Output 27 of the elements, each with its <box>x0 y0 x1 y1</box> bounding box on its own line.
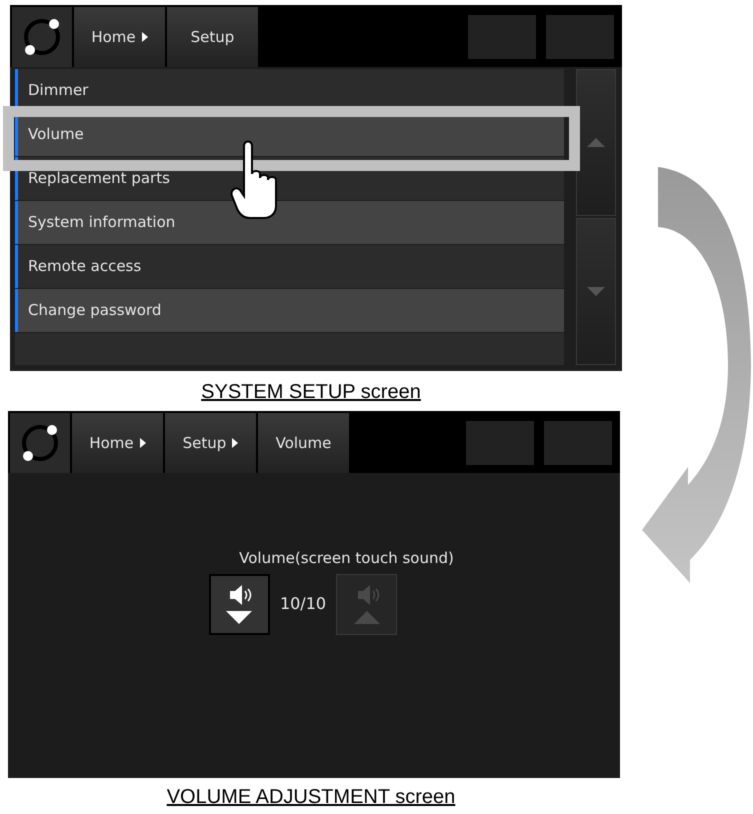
volume-down-button[interactable] <box>208 574 270 634</box>
volume-reading: 10/10 <box>278 593 328 615</box>
breadcrumb-button[interactable]: Home <box>72 413 163 473</box>
breadcrumb-button[interactable]: Setup <box>167 7 258 67</box>
triangle-icon <box>232 438 238 448</box>
volume-label: Volume(screen touch sound) <box>239 548 454 569</box>
blank-button[interactable] <box>468 15 536 59</box>
triangle-icon <box>140 438 146 448</box>
scroll-up-button[interactable] <box>576 69 616 216</box>
blank-button[interactable] <box>466 421 534 465</box>
logo-icon <box>21 16 63 58</box>
logo-icon <box>19 422 61 464</box>
menu-item[interactable]: System information <box>15 201 564 244</box>
logo-button[interactable] <box>10 413 70 473</box>
up-triangle-icon <box>587 138 605 147</box>
breadcrumb-button[interactable]: Home <box>74 7 165 67</box>
blank-button[interactable] <box>546 15 614 59</box>
figure-caption: VOLUME ADJUSTMENT screen <box>166 785 456 810</box>
triangle-icon <box>142 32 148 42</box>
menu-item[interactable]: Change password <box>15 289 564 332</box>
breadcrumb-button[interactable]: Setup <box>165 413 256 473</box>
blank-button[interactable] <box>544 421 612 465</box>
breadcrumb-button[interactable]: Volume <box>258 413 349 473</box>
figure-caption: SYSTEM SETUP screen <box>201 380 421 405</box>
menu-item[interactable]: Remote access <box>15 245 564 288</box>
down-triangle-icon <box>587 287 605 296</box>
logo-button[interactable] <box>12 7 72 67</box>
